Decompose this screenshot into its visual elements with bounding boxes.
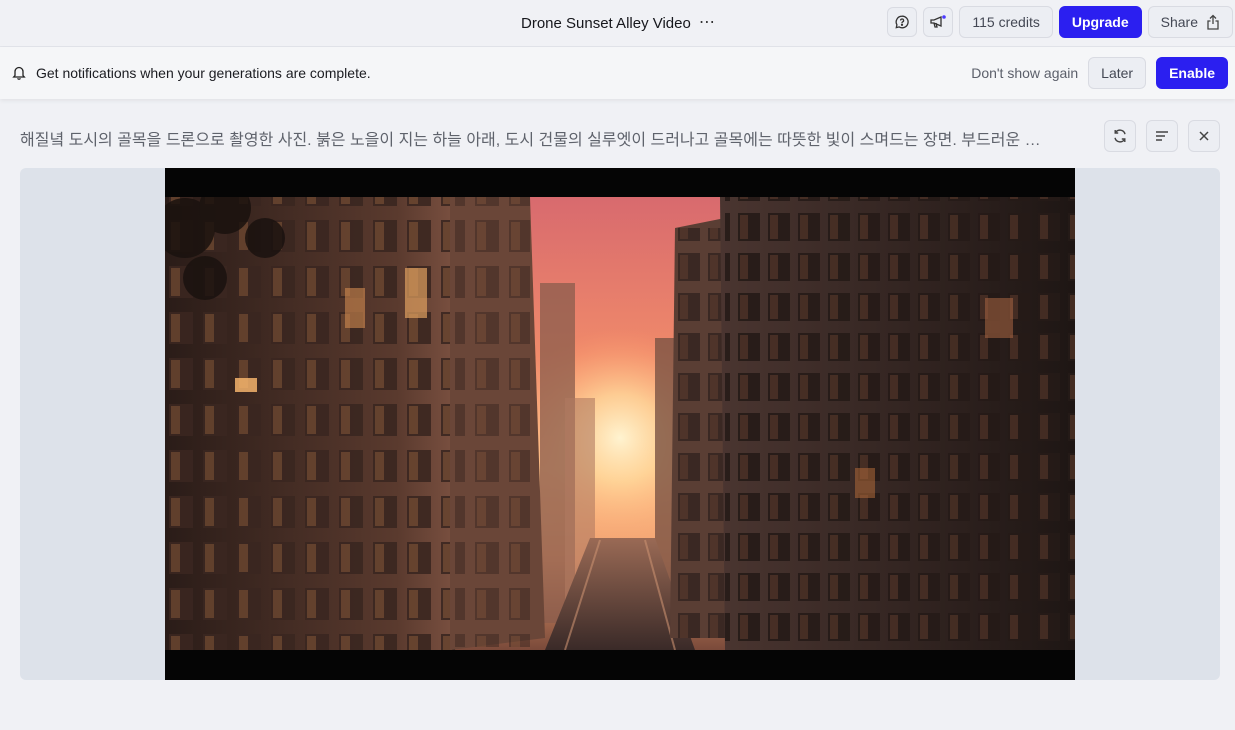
regenerate-button[interactable]: [1104, 120, 1136, 152]
video-player[interactable]: [165, 168, 1075, 680]
chat-bubble-icon: [895, 15, 910, 29]
title-area: Drone Sunset Alley Video ⋯: [521, 12, 716, 34]
later-button[interactable]: Later: [1088, 57, 1147, 89]
announcements-button[interactable]: [923, 7, 954, 37]
prompt-text[interactable]: 해질녘 도시의 골목을 드론으로 촬영한 사진. 붉은 노을이 지는 하늘 아래…: [20, 126, 1098, 150]
details-button[interactable]: [1146, 120, 1178, 152]
upgrade-button[interactable]: Upgrade: [1058, 6, 1142, 38]
share-button[interactable]: Share: [1147, 6, 1233, 38]
enable-notifications-button[interactable]: Enable: [1156, 57, 1228, 89]
bell-icon: [12, 66, 26, 80]
text-align-left-icon: [1156, 131, 1168, 141]
prompt-row: 해질녘 도시의 골목을 드론으로 촬영한 사진. 붉은 노을이 지는 하늘 아래…: [20, 120, 1220, 152]
feedback-chat-button[interactable]: [887, 7, 918, 37]
close-icon: [1199, 131, 1209, 141]
megaphone-icon: [930, 15, 947, 28]
top-actions: 115 credits Upgrade Share: [887, 6, 1233, 38]
video-frame-sunset-alley: [165, 168, 1075, 680]
notification-text: Get notifications when your generations …: [36, 65, 371, 81]
close-button[interactable]: [1188, 120, 1220, 152]
credits-button[interactable]: 115 credits: [959, 6, 1053, 38]
prompt-actions: [1104, 120, 1220, 152]
dont-show-again-button[interactable]: Don't show again: [971, 65, 1078, 81]
top-bar: Drone Sunset Alley Video ⋯ 115 credits U…: [0, 0, 1235, 47]
more-horizontal-icon[interactable]: ⋯: [699, 15, 716, 31]
share-upload-icon: [1207, 14, 1219, 30]
share-label: Share: [1160, 14, 1198, 30]
notification-actions: Don't show again Later Enable: [971, 57, 1228, 89]
refresh-icon: [1114, 129, 1126, 143]
notification-banner: Get notifications when your generations …: [0, 47, 1235, 99]
project-title[interactable]: Drone Sunset Alley Video: [521, 15, 691, 32]
media-panel: [20, 168, 1220, 680]
